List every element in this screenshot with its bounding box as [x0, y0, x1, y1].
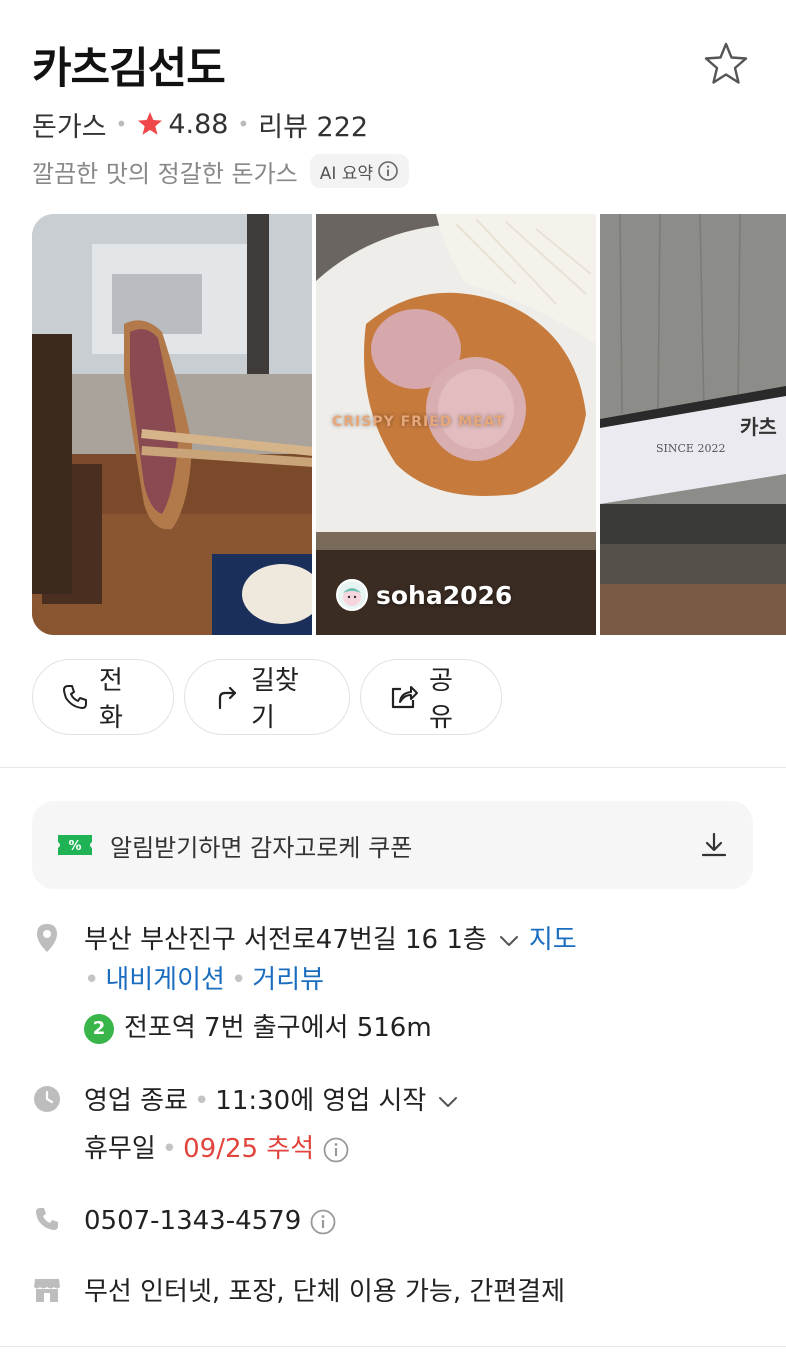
holiday-label: 휴무일: [84, 1134, 156, 1164]
address-text: 부산 부산진구 서전로47번길 16 1층: [84, 925, 487, 955]
subway-line-badge: 2: [84, 1013, 114, 1044]
review-count-link[interactable]: 리뷰 222: [258, 105, 368, 144]
coupon-text: 알림받기하면 감자고로케 쿠폰: [110, 833, 413, 862]
photo-katsu-chopsticks[interactable]: [32, 214, 312, 635]
holiday-info: 휴무일 • 09/25 추석: [84, 1129, 350, 1169]
store-icon: [32, 1272, 62, 1308]
favorite-button[interactable]: [700, 40, 752, 92]
navigation-link[interactable]: 내비게이션: [105, 965, 225, 995]
phone-icon: [32, 1201, 62, 1237]
download-icon[interactable]: [699, 830, 729, 860]
clock-icon: [32, 1081, 62, 1117]
amenities-row: 무선 인터넷, 포장, 단체 이용 가능, 간편결제: [32, 1272, 565, 1312]
bottom-divider: [0, 1346, 786, 1347]
place-meta: 돈가스 • 4.88 • 리뷰 222: [32, 104, 368, 144]
subway-text: 전포역 7번 출구에서 516m: [124, 1013, 432, 1043]
avatar: [336, 579, 368, 611]
call-label: 전화: [99, 666, 123, 733]
svg-text:카츠: 카츠: [740, 415, 777, 439]
svg-text:%: %: [68, 839, 81, 854]
place-summary: 깔끔한 맛의 정갈한 돈가스 AI 요약: [32, 153, 410, 189]
amenities-text: 무선 인터넷, 포장, 단체 이용 가능, 간편결제: [84, 1277, 566, 1307]
star-filled-icon: [136, 110, 164, 138]
info-icon[interactable]: [322, 1136, 350, 1164]
share-icon: [389, 683, 419, 711]
phone-number[interactable]: 0507-1343-4579: [84, 1206, 301, 1236]
holiday-value: 09/25 추석: [183, 1134, 315, 1164]
photo-overlay-text: CRISPY FRIED MEAT: [332, 414, 506, 430]
category-label: 돈가스: [32, 111, 107, 143]
summary-text: 깔끔한 맛의 정갈한 돈가스: [32, 159, 298, 188]
address-row: 부산 부산진구 서전로47번길 16 1층 지도: [32, 920, 577, 960]
share-button[interactable]: 공유: [360, 659, 502, 735]
rating-value: 4.88: [168, 108, 229, 140]
share-label: 공유: [429, 666, 453, 733]
coupon-banner[interactable]: % 알림받기하면 감자고로케 쿠폰: [32, 801, 753, 889]
info-icon[interactable]: [309, 1208, 337, 1236]
streetview-link[interactable]: 거리뷰: [252, 965, 324, 995]
info-icon: [377, 160, 399, 182]
chevron-down-icon[interactable]: [497, 929, 521, 953]
directions-button[interactable]: 길찾기: [184, 659, 350, 735]
subway-info: 2 전포역 7번 출구에서 516m: [84, 1008, 432, 1048]
photo-crispy-meat[interactable]: CRISPY FRIED MEAT soha2026: [316, 214, 596, 635]
coupon-icon: %: [56, 831, 94, 859]
photo-gallery[interactable]: CRISPY FRIED MEAT soha2026 SINCE 2022 카츠: [32, 214, 786, 635]
call-button[interactable]: 전화: [32, 659, 174, 735]
chevron-down-icon[interactable]: [436, 1090, 460, 1114]
location-pin-icon: [32, 920, 62, 956]
phone-icon: [61, 683, 89, 711]
route-icon: [213, 683, 241, 711]
ai-summary-chip[interactable]: AI 요약: [309, 154, 410, 188]
directions-label: 길찾기: [251, 666, 299, 733]
hours-row: 영업 종료 • 11:30에 영업 시작: [32, 1081, 468, 1121]
uploader-tag[interactable]: soha2026: [336, 579, 512, 611]
place-title: 카츠김선도: [32, 44, 226, 94]
phone-row: 0507-1343-4579: [32, 1201, 337, 1241]
section-divider: [0, 767, 786, 768]
photo-storefront[interactable]: SINCE 2022 카츠: [600, 214, 786, 635]
svg-text:SINCE 2022: SINCE 2022: [656, 442, 725, 455]
action-bar: 전화 길찾기 공유: [32, 659, 502, 735]
uploader-name: soha2026: [376, 580, 513, 610]
address-links: • 내비게이션 • 거리뷰: [84, 965, 325, 995]
star-outline-icon: [702, 40, 750, 92]
hours-status: 영업 종료: [84, 1086, 188, 1116]
map-link[interactable]: 지도: [529, 925, 577, 955]
ai-summary-label: AI 요약: [319, 163, 374, 184]
next-open-text: 11:30에 영업 시작: [215, 1086, 427, 1116]
